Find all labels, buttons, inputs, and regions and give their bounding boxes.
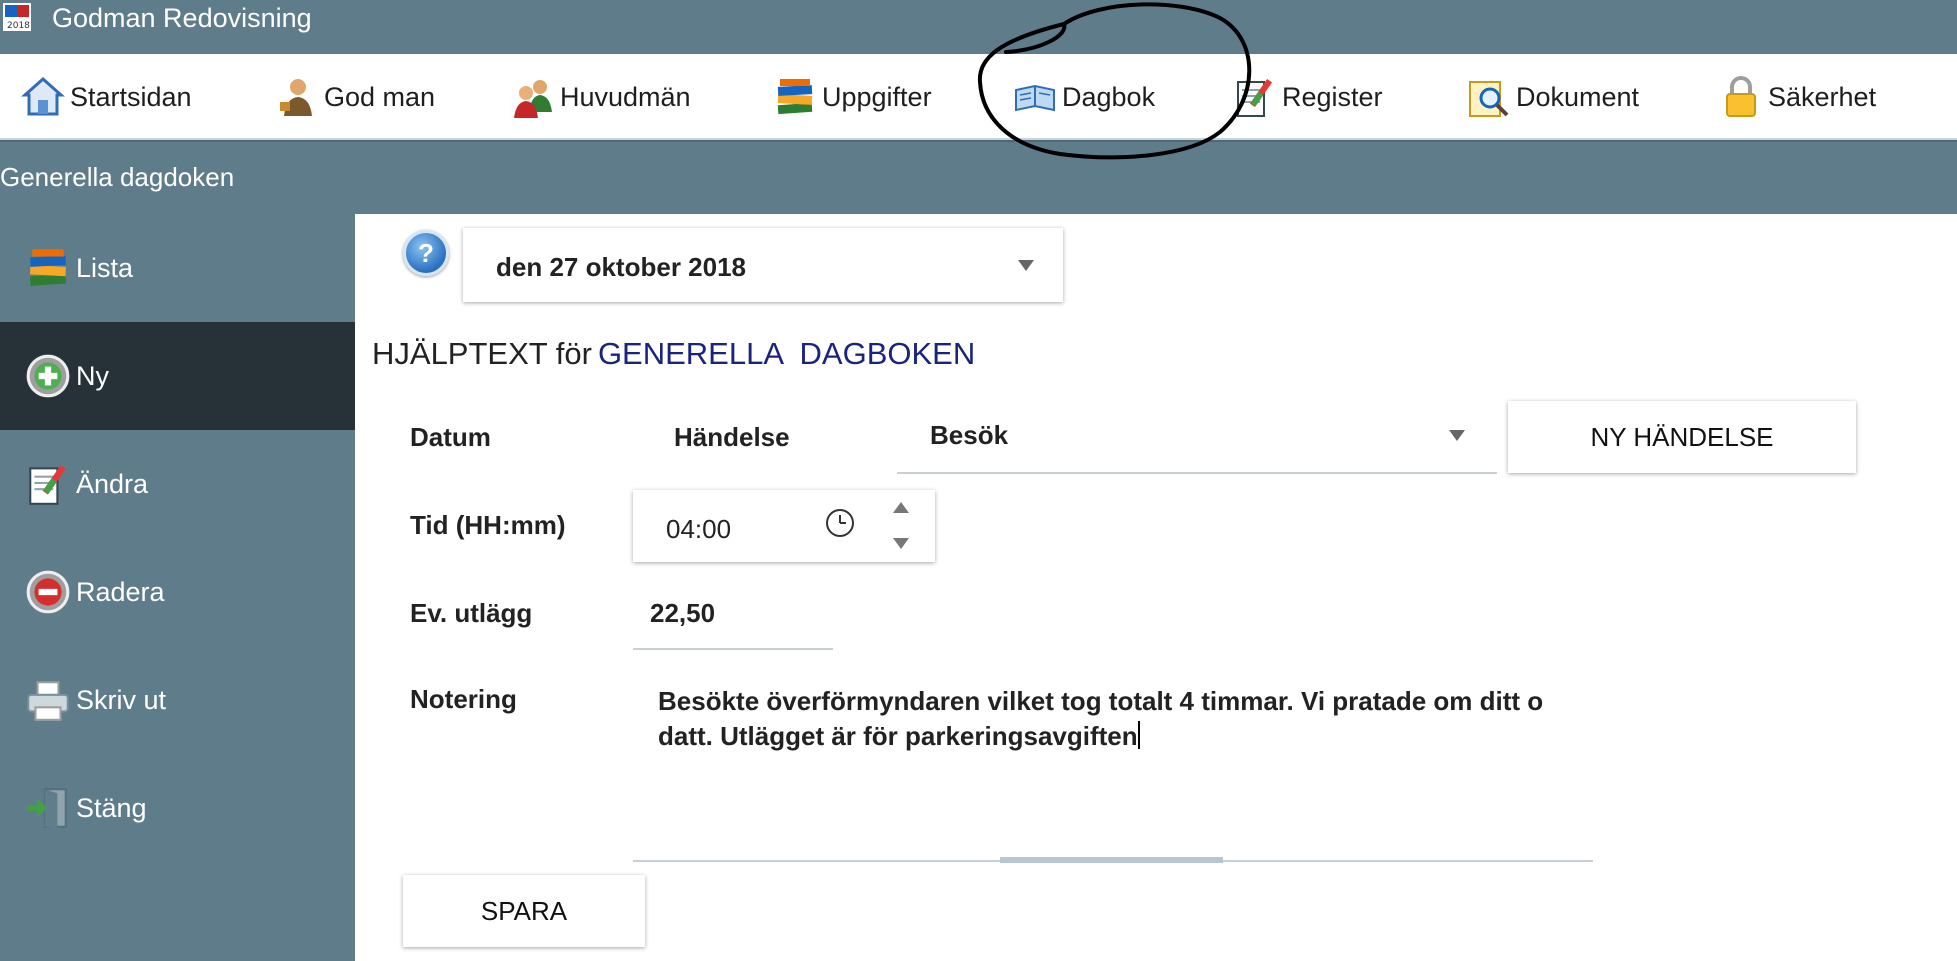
- menu-item-uppgifter[interactable]: Uppgifter: [772, 54, 932, 140]
- sidebar-item-label: Skriv ut: [76, 684, 167, 715]
- home-icon: [21, 76, 65, 116]
- sidebar-item-andra[interactable]: Ändra: [0, 430, 355, 538]
- date-select[interactable]: den 27 oktober 2018: [463, 228, 1063, 302]
- time-label: Tid (HH:mm): [410, 510, 566, 540]
- note-text: Besökte överförmyndaren vilket tog total…: [658, 686, 1544, 751]
- menu-label: Säkerhet: [1768, 81, 1877, 112]
- menu-label: Dokument: [1516, 81, 1640, 112]
- sidebar-item-label: Lista: [76, 252, 134, 283]
- menu-item-startsidan[interactable]: Startsidan: [20, 54, 192, 140]
- sidebar-item-stang[interactable]: Stäng: [0, 754, 355, 862]
- utlagg-label: Ev. utlägg: [410, 598, 533, 628]
- sidebar-item-label: Stäng: [76, 792, 147, 823]
- event-select-value: Besök: [930, 420, 1009, 450]
- menu-item-sakerhet[interactable]: Säkerhet: [1718, 54, 1876, 140]
- handelse-label: Händelse: [674, 422, 790, 452]
- main-menu: Startsidan God man Huvudmän Uppgifter Da…: [0, 54, 1957, 140]
- people-icon: [514, 80, 552, 118]
- sidebar-item-label: Radera: [76, 576, 165, 607]
- note-textarea[interactable]: Besökte överförmyndaren vilket tog total…: [633, 670, 1593, 862]
- notering-label: Notering: [410, 684, 517, 714]
- sidebar-item-skriv-ut[interactable]: Skriv ut: [0, 646, 355, 754]
- books-icon: [30, 249, 67, 286]
- sidebar-item-lista[interactable]: Lista: [0, 214, 355, 322]
- help-text-prefix: HJÄLPTEXT för: [372, 336, 592, 371]
- menu-label: Dagbok: [1062, 81, 1156, 112]
- clock-icon[interactable]: [823, 506, 857, 540]
- event-select[interactable]: Besök: [897, 400, 1497, 474]
- help-text-heading[interactable]: HJÄLPTEXT för GENERELLA DAGBOKEN: [372, 336, 975, 372]
- document-magnifier-icon: [1469, 81, 1509, 117]
- section-title: Generella dagdoken: [0, 162, 235, 192]
- menu-item-god-man[interactable]: God man: [274, 54, 435, 140]
- date-select-value: den 27 oktober 2018: [496, 252, 746, 282]
- datum-label: Datum: [410, 422, 491, 452]
- sidebar: Lista Ny Ändra Radera Skriv ut Stäng: [0, 214, 355, 961]
- printer-icon: [27, 681, 69, 721]
- menu-label: Uppgifter: [822, 81, 932, 112]
- amount-input[interactable]: 22,50: [633, 580, 833, 650]
- notepad-pencil-icon: [29, 465, 66, 505]
- svg-text:2018: 2018: [7, 21, 30, 31]
- books-icon: [777, 79, 813, 115]
- section-header: Generella dagdoken: [0, 140, 1957, 214]
- menu-label: Huvudmän: [560, 81, 691, 112]
- chevron-down-icon: [1018, 260, 1034, 271]
- question-icon: ?: [418, 237, 434, 268]
- padlock-icon: [1726, 76, 1756, 117]
- help-button[interactable]: ?: [403, 230, 449, 276]
- exit-door-icon: [27, 788, 67, 829]
- help-text-link[interactable]: GENERELLA DAGBOKEN: [598, 336, 975, 371]
- title-bar: 2018 Godman Redovisning: [0, 0, 1957, 54]
- sidebar-item-radera[interactable]: Radera: [0, 538, 355, 646]
- delete-circle-icon: [26, 570, 70, 614]
- person-icon: [280, 79, 312, 116]
- add-circle-icon: [26, 354, 70, 398]
- textarea-scrollbar[interactable]: [1000, 857, 1223, 863]
- amount-input-value: 22,50: [650, 598, 716, 628]
- open-book-icon: [1015, 84, 1055, 112]
- app-title: Godman Redovisning: [52, 3, 312, 33]
- save-button[interactable]: SPARA: [403, 875, 645, 947]
- sidebar-item-label: Ändra: [76, 468, 149, 499]
- menu-item-dokument[interactable]: Dokument: [1466, 54, 1639, 140]
- text-cursor: [1137, 721, 1140, 749]
- time-input-value: 04:00: [666, 514, 732, 544]
- chevron-down-icon: [1449, 430, 1465, 441]
- menu-label: Register: [1282, 81, 1383, 112]
- sidebar-item-label: Ny: [76, 360, 109, 391]
- time-decrement-arrow[interactable]: [893, 538, 909, 549]
- sidebar-item-ny[interactable]: Ny: [0, 322, 355, 430]
- menu-item-dagbok[interactable]: Dagbok: [1012, 54, 1155, 140]
- time-increment-arrow[interactable]: [893, 502, 909, 513]
- menu-item-huvudman[interactable]: Huvudmän: [510, 54, 691, 140]
- app-logo-icon: 2018: [3, 3, 31, 31]
- time-input[interactable]: 04:00: [633, 490, 935, 562]
- menu-label: God man: [324, 81, 436, 112]
- menu-label: Startsidan: [70, 81, 192, 112]
- new-event-button[interactable]: NY HÄNDELSE: [1508, 401, 1856, 473]
- notepad-pencil-icon: [1237, 78, 1273, 117]
- menu-item-register[interactable]: Register: [1232, 54, 1383, 140]
